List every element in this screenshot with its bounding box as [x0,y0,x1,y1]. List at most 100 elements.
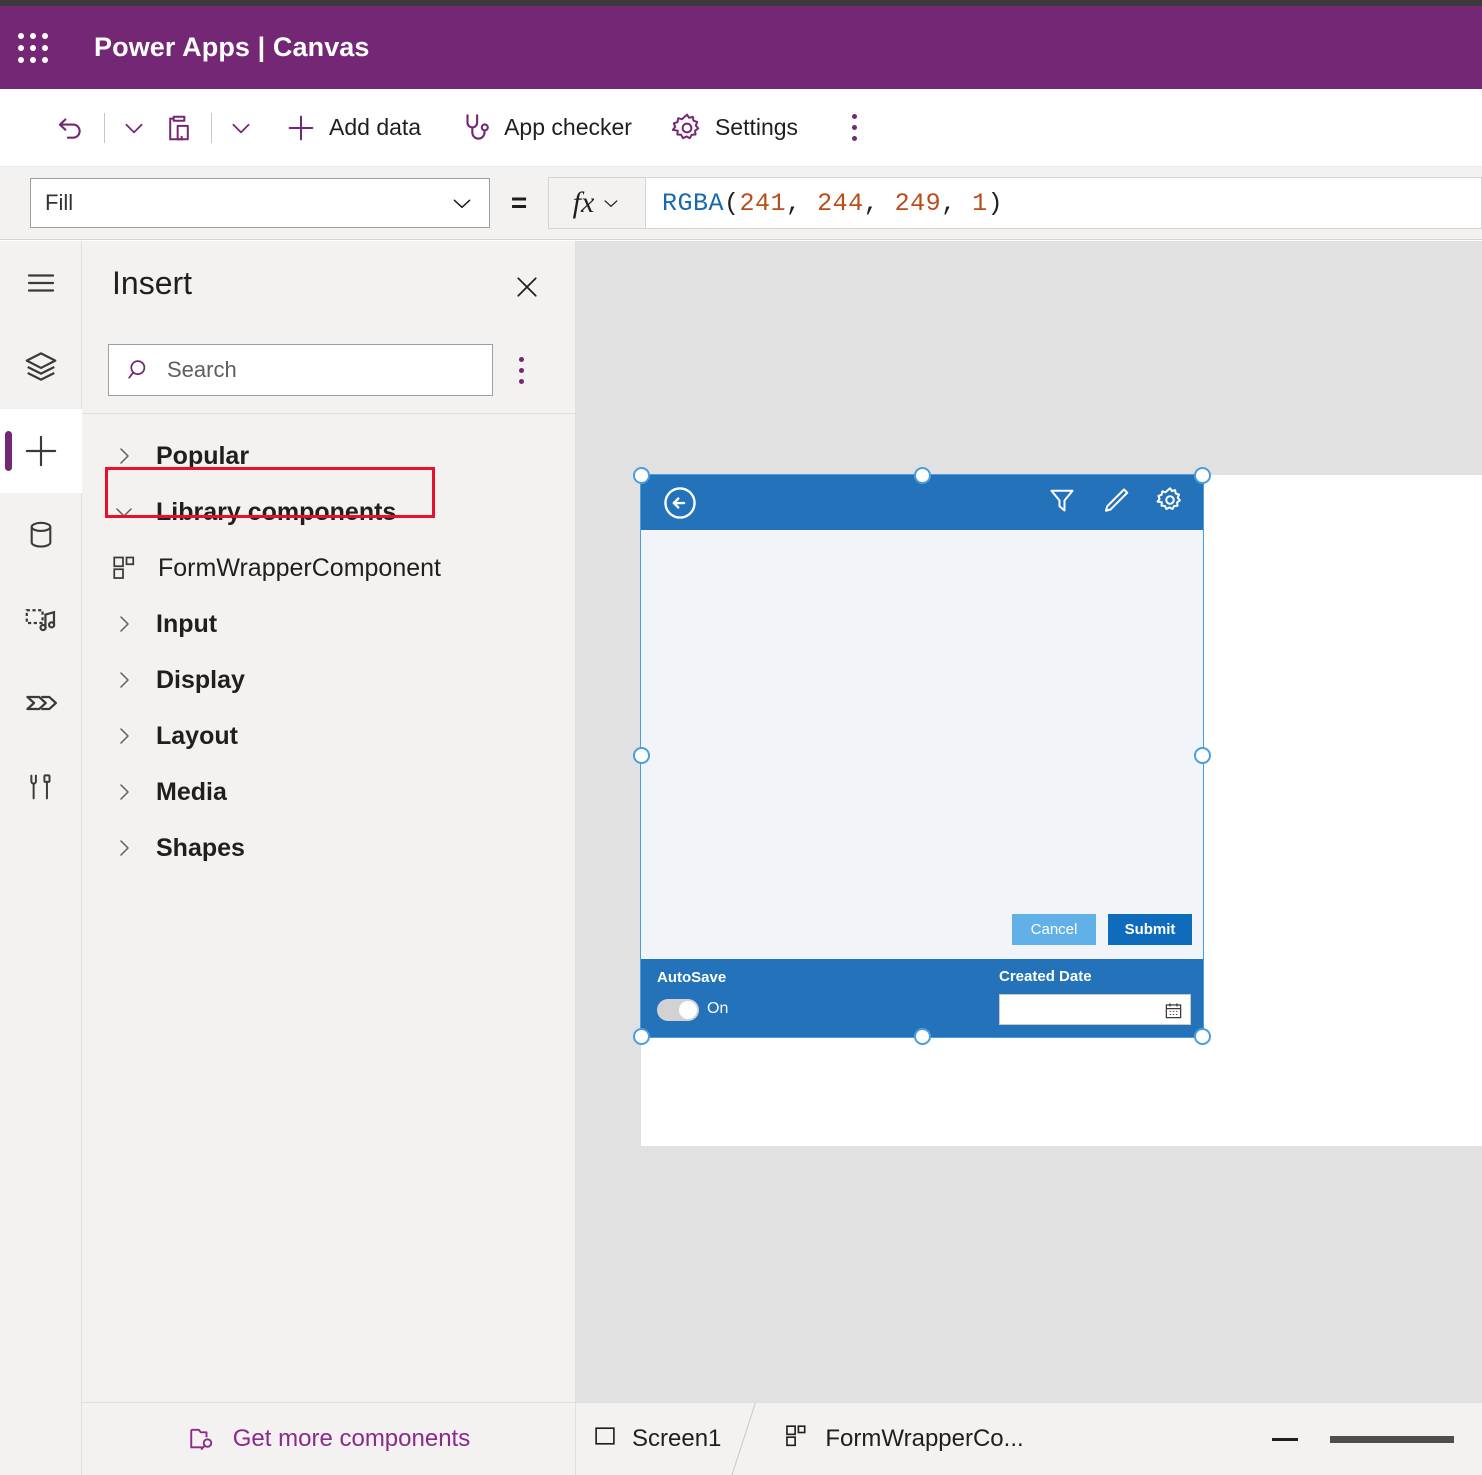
resize-handle-top-center[interactable] [914,467,931,484]
paste-options-dropdown[interactable] [220,104,262,152]
filter-icon[interactable] [1047,485,1077,520]
cancel-button[interactable]: Cancel [1012,914,1096,945]
chevron-right-icon [112,724,156,748]
resize-handle-bottom-right[interactable] [1194,1028,1211,1045]
category-display[interactable]: Display [82,652,575,708]
ribbon-divider-2 [211,113,212,143]
zoom-out-button[interactable] [1268,1438,1302,1441]
plus-icon [284,111,318,145]
search-placeholder: Search [167,357,237,383]
add-data-button[interactable]: Add data [276,104,429,152]
rail-item-power-automate[interactable] [0,661,82,745]
left-navigation-rail [0,241,82,1475]
chevron-right-icon [112,444,156,468]
resize-handle-middle-left[interactable] [633,747,650,764]
toggle-knob [679,1001,697,1019]
formula-token-fn: RGBA [662,189,724,218]
breadcrumb-formwrappercomponent[interactable]: FormWrapperCo... [767,1403,1039,1475]
fx-dropdown-button[interactable]: fx [548,177,646,229]
autosave-label: AutoSave [657,969,726,986]
insert-panel-overflow-button[interactable] [493,354,549,387]
rail-item-media[interactable] [0,577,82,661]
app-checker-button[interactable]: App checker [451,104,640,152]
property-selector[interactable]: Fill [30,178,490,228]
data-cylinder-icon [23,517,59,553]
search-icon [125,356,153,384]
rail-item-data[interactable] [0,493,82,577]
category-layout[interactable]: Layout [82,708,575,764]
formula-token-paren: , [864,189,895,218]
pencil-edit-icon[interactable] [1101,485,1131,520]
rail-item-insert[interactable] [0,409,82,493]
category-label: Media [156,778,227,807]
media-icon [22,600,60,638]
insert-panel-header: Insert [82,241,575,331]
category-label: Layout [156,722,238,751]
resize-handle-bottom-center[interactable] [914,1028,931,1045]
formula-input[interactable]: RGBA(241, 244, 249, 1) [646,177,1482,229]
category-popular[interactable]: Popular [82,428,575,484]
rail-item-menu[interactable] [0,241,82,325]
equals-sign: = [490,187,548,219]
gear-icon[interactable] [1155,485,1185,520]
canvas-area[interactable]: Cancel Submit AutoSave On Created Date [576,241,1482,1402]
search-input[interactable]: Search [108,344,493,396]
breadcrumb-label: FormWrapperCo... [825,1425,1023,1453]
undo-button[interactable] [46,104,96,152]
hamburger-menu-icon [23,265,59,301]
insert-search-row: Search [82,331,575,409]
category-library-components[interactable]: Library components [82,484,575,540]
autosave-state-label: On [707,1000,728,1018]
ribbon-overflow-button[interactable] [826,104,882,152]
folder-search-icon [187,1424,217,1454]
close-panel-button[interactable] [509,269,545,305]
advanced-tools-icon [24,770,58,804]
chevron-down-icon [601,193,621,213]
component-form-body[interactable]: Cancel Submit [641,530,1203,959]
app-checker-label: App checker [504,114,632,141]
fx-glyph: fx [573,186,595,220]
chevron-right-icon [112,612,156,636]
get-more-components-button[interactable]: Get more components [187,1424,470,1454]
insert-plus-icon [21,431,61,471]
category-input[interactable]: Input [82,596,575,652]
suite-header: Power Apps | Canvas [0,6,1482,89]
calendar-icon[interactable] [1164,1001,1183,1025]
back-arrow-circle-icon[interactable] [661,484,699,522]
submit-button[interactable]: Submit [1108,914,1192,945]
category-shapes[interactable]: Shapes [82,820,575,876]
autosave-toggle[interactable] [657,999,699,1021]
resize-handle-bottom-left[interactable] [633,1028,650,1045]
formula-token-num: 249 [895,189,942,218]
command-bar: Add data App checker Settings [0,89,1482,167]
get-more-components-label: Get more components [233,1425,470,1453]
category-media[interactable]: Media [82,764,575,820]
zoom-slider[interactable] [1330,1436,1454,1443]
breadcrumb-screen1[interactable]: Screen1 [576,1403,737,1475]
formula-token-paren: ) [988,189,1004,218]
formula-bar: Fill = fx RGBA(241, 244, 249, 1) [0,167,1482,240]
property-selector-value: Fill [45,190,449,216]
undo-history-dropdown[interactable] [113,104,155,152]
rail-item-advanced-tools[interactable] [0,745,82,829]
resize-handle-middle-right[interactable] [1194,747,1211,764]
ribbon-divider-1 [104,113,105,143]
created-date-input[interactable] [999,994,1191,1025]
app-launcher-icon[interactable] [18,33,52,63]
resize-handle-top-left[interactable] [633,467,650,484]
zoom-controls [1268,1436,1482,1443]
component-header-actions [1047,485,1185,520]
chevron-down-icon [121,115,147,141]
chevron-down-icon [449,190,475,216]
paste-button[interactable] [155,104,203,152]
formula-token-paren: , [941,189,972,218]
rail-item-tree-view[interactable] [0,325,82,409]
resize-handle-top-right[interactable] [1194,467,1211,484]
component-formwrappercomponent[interactable]: FormWrapperComponent [82,540,575,596]
panel-title: Insert [112,265,192,302]
formula-token-num: 244 [817,189,864,218]
form-wrapper-component[interactable]: Cancel Submit AutoSave On Created Date [641,475,1203,1037]
category-label: Display [156,666,245,695]
component-label: FormWrapperComponent [158,554,441,583]
settings-button[interactable]: Settings [662,104,806,152]
